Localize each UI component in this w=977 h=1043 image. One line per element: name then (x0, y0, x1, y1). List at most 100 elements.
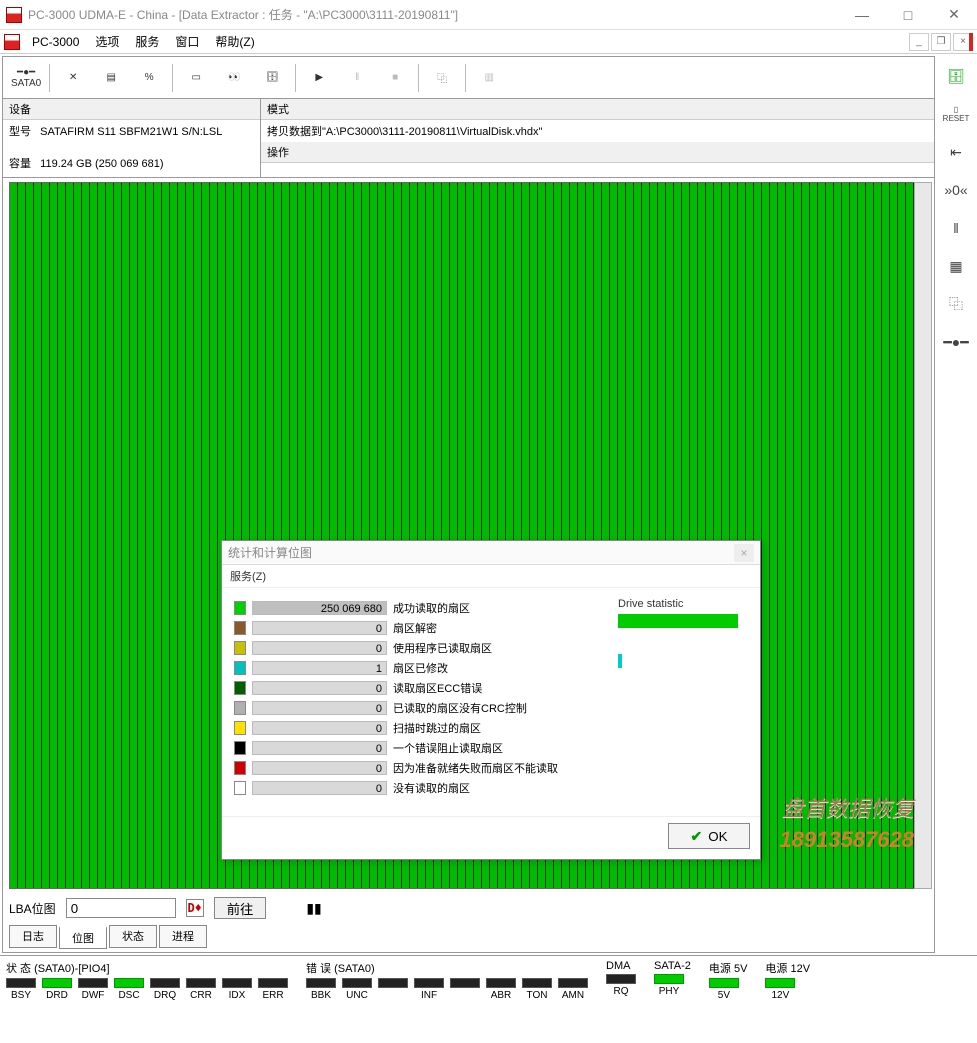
menu-service[interactable]: 服务 (127, 31, 167, 52)
status-led (378, 978, 408, 1001)
bitmap-scrollbar[interactable] (914, 182, 932, 889)
binoculars-icon[interactable]: 👀 (218, 62, 250, 94)
drive-cylinder-icon[interactable]: 🗄 (942, 64, 970, 88)
info-panel: 设备 型号 SATAFIRM S11 SBFM21W1 S/N:LSL 容量 1… (3, 99, 934, 178)
status-led: AMN (558, 978, 588, 1001)
status-led: 5V (709, 978, 739, 1001)
menu-window[interactable]: 窗口 (167, 31, 207, 52)
tools-icon[interactable]: ✕ (57, 62, 89, 94)
dialog-menu-service[interactable]: 服务(Z) (222, 565, 760, 588)
stat-row: 0 因为准备就绪失败而扇区不能读取 (234, 758, 604, 778)
lba-indicator[interactable]: D♦ (186, 899, 204, 917)
dialog-close-button[interactable]: × (734, 544, 754, 562)
drive-statistic-label: Drive statistic (618, 598, 748, 610)
status-led: DSC (114, 978, 144, 1001)
stat-label: 扫描时跳过的扇区 (393, 720, 481, 736)
drive-icon[interactable]: ▭ (180, 62, 212, 94)
minimize-button[interactable]: — (839, 0, 885, 30)
status-led (450, 978, 480, 1001)
stat-label: 扇区解密 (393, 620, 437, 636)
lba-input[interactable] (66, 898, 176, 918)
pause-button[interactable]: ‖ (341, 62, 373, 94)
mdi-minimize-button[interactable]: _ (909, 33, 929, 51)
tab-bitmap[interactable]: 位图 (59, 926, 107, 949)
percent-icon[interactable]: % (133, 62, 165, 94)
status-led: ERR (258, 978, 288, 1001)
device-panel-title: 设备 (3, 99, 260, 120)
menu-app-label[interactable]: PC-3000 (24, 33, 87, 51)
reset-icon[interactable]: ▯RESET (942, 102, 970, 126)
menu-help[interactable]: 帮助(Z) (207, 31, 262, 52)
pause-side-icon[interactable]: ‖ (942, 216, 970, 240)
close-button[interactable]: ✕ (931, 0, 977, 30)
connector-icon[interactable]: ⇤ (942, 140, 970, 164)
lba-row: LBA位图 D♦ 前往 ▮▮ (3, 893, 934, 923)
status-group: 错 误 (SATA0)BBKUNCINFABRTONAMN (306, 960, 588, 1001)
tab-log[interactable]: 日志 (9, 925, 57, 948)
grid-icon[interactable]: ▦ (942, 254, 970, 278)
stat-swatch (234, 741, 246, 755)
tab-status[interactable]: 状态 (109, 925, 157, 948)
status-led: UNC (342, 978, 372, 1001)
status-led: IDX (222, 978, 252, 1001)
status-led: PHY (654, 974, 684, 997)
play-button[interactable]: ▶ (303, 62, 335, 94)
stat-label: 扇区已修改 (393, 660, 448, 676)
bottom-tabs: 日志 位图 状态 进程 (3, 923, 934, 952)
stat-bar: 0 (252, 741, 387, 755)
stat-swatch (234, 601, 246, 615)
stack-icon[interactable]: ⿻ (942, 292, 970, 316)
copy-icon[interactable]: ⿻ (426, 62, 458, 94)
stat-bar: 0 (252, 721, 387, 735)
zero-icon[interactable]: »0« (942, 178, 970, 202)
database-icon[interactable]: 🗄 (256, 62, 288, 94)
bitmap-panel: 盘首数据恢复 18913587628 统计和计算位图 × 服务(Z) 250 0… (3, 178, 934, 893)
stat-bar: 0 (252, 701, 387, 715)
stat-swatch (234, 681, 246, 695)
pause-icon-small[interactable]: ▮▮ (306, 900, 321, 917)
check-icon: ✔ (691, 828, 703, 845)
op-panel-title: 操作 (261, 142, 934, 163)
ok-button[interactable]: ✔ OK (668, 823, 750, 849)
model-value: SATAFIRM S11 SBFM21W1 S/N:LSL (40, 126, 222, 138)
stat-swatch (234, 761, 246, 775)
stat-row: 0 扫描时跳过的扇区 (234, 718, 604, 738)
stat-label: 已读取的扇区没有CRC控制 (393, 700, 527, 716)
stat-swatch (234, 701, 246, 715)
stat-row: 250 069 680 成功读取的扇区 (234, 598, 604, 618)
status-group-title: 状 态 (SATA0)-[PIO4] (6, 960, 288, 976)
stat-row: 1 扇区已修改 (234, 658, 604, 678)
stat-row: 0 扇区解密 (234, 618, 604, 638)
menubar: PC-3000 选项 服务 窗口 帮助(Z) _ ❐ × (0, 30, 977, 54)
red-indicator (969, 33, 973, 51)
maximize-button[interactable]: □ (885, 0, 931, 30)
status-group: 电源 5V 5V (709, 960, 748, 1001)
stat-label: 读取扇区ECC错误 (393, 680, 482, 696)
status-led: 12V (765, 978, 795, 1001)
stat-swatch (234, 661, 246, 675)
status-group: 电源 12V12V (765, 960, 810, 1001)
stop-button[interactable]: ■ (379, 62, 411, 94)
status-bar: 状 态 (SATA0)-[PIO4]BSYDRDDWFDSCDRQCRRIDXE… (0, 955, 977, 1001)
dialog-titlebar[interactable]: 统计和计算位图 × (222, 541, 760, 565)
stats-list: 250 069 680 成功读取的扇区 0 扇区解密 0 使用程序已读取扇区 1… (234, 598, 604, 806)
lba-label: LBA位图 (9, 900, 56, 917)
status-group: DMARQ (606, 960, 636, 1001)
status-led: DRD (42, 978, 72, 1001)
status-group-title: 电源 5V (709, 960, 748, 976)
stat-bar: 0 (252, 641, 387, 655)
main-titlebar: PC-3000 UDMA-E - China - [Data Extractor… (0, 0, 977, 30)
chain-icon[interactable]: ━●━ (942, 330, 970, 354)
tab-process[interactable]: 进程 (159, 925, 207, 948)
menu-options[interactable]: 选项 (87, 31, 127, 52)
sata-port-button[interactable]: ━●━SATA0 (10, 62, 42, 94)
goto-button[interactable]: 前往 (214, 897, 267, 919)
mdi-restore-button[interactable]: ❐ (931, 33, 951, 51)
status-led: TON (522, 978, 552, 1001)
script-icon[interactable]: ▤ (95, 62, 127, 94)
window-title: PC-3000 UDMA-E - China - [Data Extractor… (28, 6, 839, 23)
stat-bar: 250 069 680 (252, 601, 387, 615)
status-led: CRR (186, 978, 216, 1001)
status-group-title: SATA-2 (654, 960, 691, 972)
filter-icon[interactable]: ▥ (473, 62, 505, 94)
